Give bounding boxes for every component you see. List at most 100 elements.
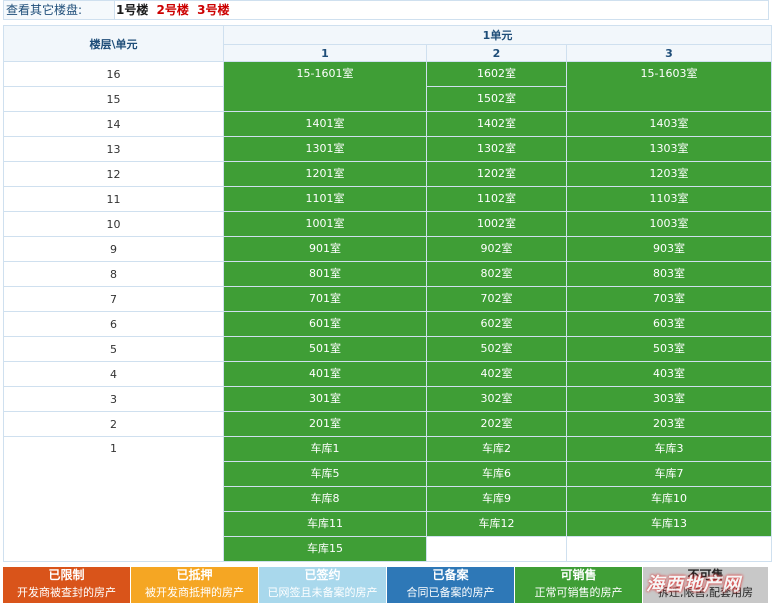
legend-desc: 已网签且未备案的房产 [267, 586, 378, 599]
room-cell[interactable]: 703室 [566, 286, 772, 312]
floor-label: 1 [3, 436, 224, 562]
unit-header: 1单元 [223, 25, 772, 45]
floor-label: 9 [3, 236, 224, 262]
legend-desc: 被开发商抵押的房产 [145, 586, 244, 599]
room-cell[interactable]: 403室 [566, 361, 772, 387]
floor-label: 16 [3, 61, 224, 87]
legend-signed: 已签约 已网签且未备案的房产 [259, 567, 387, 603]
floor-label: 10 [3, 211, 224, 237]
room-cell[interactable]: 1002室 [426, 211, 567, 237]
room-cell[interactable]: 302室 [426, 386, 567, 412]
room-cell[interactable]: 702室 [426, 286, 567, 312]
floor-label: 2 [3, 411, 224, 437]
switcher-label: 查看其它楼盘: [4, 1, 115, 19]
column-header-3: 3 [566, 44, 772, 62]
floor-label: 7 [3, 286, 224, 312]
column-header-2: 2 [426, 44, 567, 62]
room-cell[interactable]: 1201室 [223, 161, 427, 187]
garage-cell[interactable]: 车库10 [566, 486, 772, 512]
room-cell[interactable]: 1101室 [223, 186, 427, 212]
room-cell[interactable]: 1502室 [426, 86, 567, 112]
legend-title: 已备案 [432, 568, 469, 582]
garage-cell[interactable]: 车库9 [426, 486, 567, 512]
room-cell[interactable]: 603室 [566, 311, 772, 337]
room-cell[interactable]: 503室 [566, 336, 772, 362]
room-cell[interactable]: 901室 [223, 236, 427, 262]
floor-label: 14 [3, 111, 224, 137]
room-cell[interactable]: 903室 [566, 236, 772, 262]
room-cell[interactable]: 1203室 [566, 161, 772, 187]
room-cell[interactable]: 801室 [223, 261, 427, 287]
garage-cell[interactable]: 车库6 [426, 461, 567, 487]
legend-desc: 开发商被查封的房产 [17, 586, 116, 599]
legend-title: 已签约 [304, 568, 341, 582]
room-cell[interactable]: 802室 [426, 261, 567, 287]
floor-label: 5 [3, 336, 224, 362]
room-cell[interactable]: 402室 [426, 361, 567, 387]
garage-cell[interactable]: 车库15 [223, 536, 427, 562]
legend-title: 已抵押 [176, 568, 213, 582]
legend-desc: 正常可销售的房产 [534, 586, 623, 599]
building-link-2[interactable]: 2号楼 [157, 3, 189, 17]
legend-desc: 拆迁,限售,配套用房 [658, 586, 753, 599]
status-legend: 已限制 开发商被查封的房产 已抵押 被开发商抵押的房产 已签约 已网签且未备案的… [3, 567, 769, 603]
room-cell[interactable]: 202室 [426, 411, 567, 437]
room-cell[interactable]: 1303室 [566, 136, 772, 162]
room-cell[interactable]: 1402室 [426, 111, 567, 137]
legend-title: 不可售 [687, 568, 724, 582]
room-cell[interactable]: 803室 [566, 261, 772, 287]
empty-cell [426, 536, 567, 562]
room-cell[interactable]: 1401室 [223, 111, 427, 137]
garage-cell[interactable]: 车库13 [566, 511, 772, 537]
legend-mortgaged: 已抵押 被开发商抵押的房产 [131, 567, 259, 603]
room-cell[interactable]: 401室 [223, 361, 427, 387]
room-cell[interactable]: 1103室 [566, 186, 772, 212]
empty-cell [566, 536, 772, 562]
room-cell[interactable]: 902室 [426, 236, 567, 262]
room-cell[interactable]: 1301室 [223, 136, 427, 162]
room-cell[interactable]: 301室 [223, 386, 427, 412]
legend-available: 可销售 正常可销售的房产 [515, 567, 643, 603]
legend-restricted: 已限制 开发商被查封的房产 [3, 567, 131, 603]
building-link-3[interactable]: 3号楼 [197, 3, 229, 17]
floor-label: 15 [3, 86, 224, 112]
floor-plan-table: 楼层\单元 1单元 1 2 3 16 15-1601室 1602室 15-160… [3, 25, 772, 562]
corner-header: 楼层\单元 [3, 25, 224, 62]
garage-cell[interactable]: 车库12 [426, 511, 567, 537]
room-cell[interactable]: 601室 [223, 311, 427, 337]
room-cell[interactable]: 15-1603室 [566, 61, 772, 112]
room-cell[interactable]: 1302室 [426, 136, 567, 162]
floor-label: 6 [3, 311, 224, 337]
building-link-1[interactable]: 1号楼 [116, 3, 148, 17]
legend-desc: 合同已备案的房产 [406, 586, 495, 599]
room-cell[interactable]: 303室 [566, 386, 772, 412]
garage-cell[interactable]: 车库7 [566, 461, 772, 487]
room-cell[interactable]: 501室 [223, 336, 427, 362]
garage-cell[interactable]: 车库2 [426, 436, 567, 462]
room-cell[interactable]: 15-1601室 [223, 61, 427, 112]
building-switcher: 查看其它楼盘: 1号楼 2号楼 3号楼 [3, 0, 769, 20]
floor-label: 4 [3, 361, 224, 387]
garage-cell[interactable]: 车库8 [223, 486, 427, 512]
garage-cell[interactable]: 车库5 [223, 461, 427, 487]
room-cell[interactable]: 201室 [223, 411, 427, 437]
legend-title: 可销售 [560, 568, 597, 582]
garage-cell[interactable]: 车库11 [223, 511, 427, 537]
room-cell[interactable]: 1202室 [426, 161, 567, 187]
room-cell[interactable]: 502室 [426, 336, 567, 362]
floor-label: 11 [3, 186, 224, 212]
room-cell[interactable]: 701室 [223, 286, 427, 312]
floor-label: 13 [3, 136, 224, 162]
legend-title: 已限制 [48, 568, 85, 582]
legend-filed: 已备案 合同已备案的房产 [387, 567, 515, 603]
room-cell[interactable]: 1003室 [566, 211, 772, 237]
room-cell[interactable]: 1001室 [223, 211, 427, 237]
room-cell[interactable]: 203室 [566, 411, 772, 437]
room-cell[interactable]: 1403室 [566, 111, 772, 137]
room-cell[interactable]: 602室 [426, 311, 567, 337]
floor-label: 3 [3, 386, 224, 412]
garage-cell[interactable]: 车库1 [223, 436, 427, 462]
room-cell[interactable]: 1602室 [426, 61, 567, 87]
garage-cell[interactable]: 车库3 [566, 436, 772, 462]
room-cell[interactable]: 1102室 [426, 186, 567, 212]
